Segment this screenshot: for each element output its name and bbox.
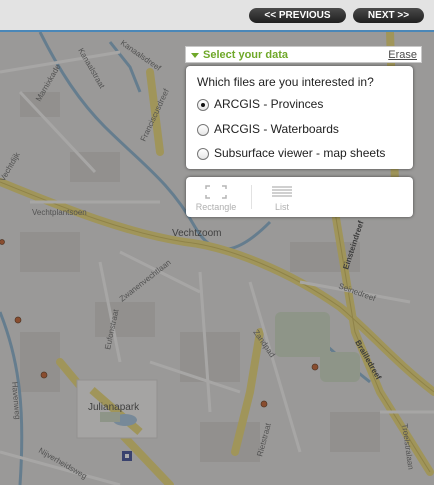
radio-unselected-icon[interactable]	[197, 124, 209, 136]
list-tool-label: List	[274, 202, 289, 212]
previous-button[interactable]: << PREVIOUS	[249, 8, 346, 23]
erase-link[interactable]: Erase	[388, 49, 417, 61]
rectangle-tool-label: Rectangle	[195, 202, 237, 212]
collapse-triangle-icon[interactable]	[191, 53, 199, 58]
radio-selected-icon[interactable]	[197, 99, 209, 111]
list-icon	[272, 186, 292, 197]
rectangle-icon	[205, 185, 227, 199]
top-bar: << PREVIOUS NEXT >>	[0, 0, 434, 32]
panel-title: Select your data	[203, 49, 288, 61]
select-data-header[interactable]: Select your data Erase	[185, 46, 422, 63]
option-label: Subsurface viewer - map sheets	[214, 146, 386, 160]
options-question: Which files are you interested in?	[197, 75, 374, 89]
rectangle-tool-button[interactable]: Rectangle	[188, 182, 244, 214]
option-label: ARCGIS - Waterboards	[214, 122, 339, 136]
selection-tools-panel: Rectangle List	[186, 177, 413, 217]
file-options-panel: Which files are you interested in? ARCGI…	[186, 66, 413, 169]
option-label: ARCGIS - Provinces	[214, 97, 324, 111]
next-button[interactable]: NEXT >>	[353, 8, 424, 23]
tools-divider	[251, 185, 252, 209]
list-tool-button[interactable]: List	[254, 182, 310, 214]
radio-unselected-icon[interactable]	[197, 148, 209, 160]
